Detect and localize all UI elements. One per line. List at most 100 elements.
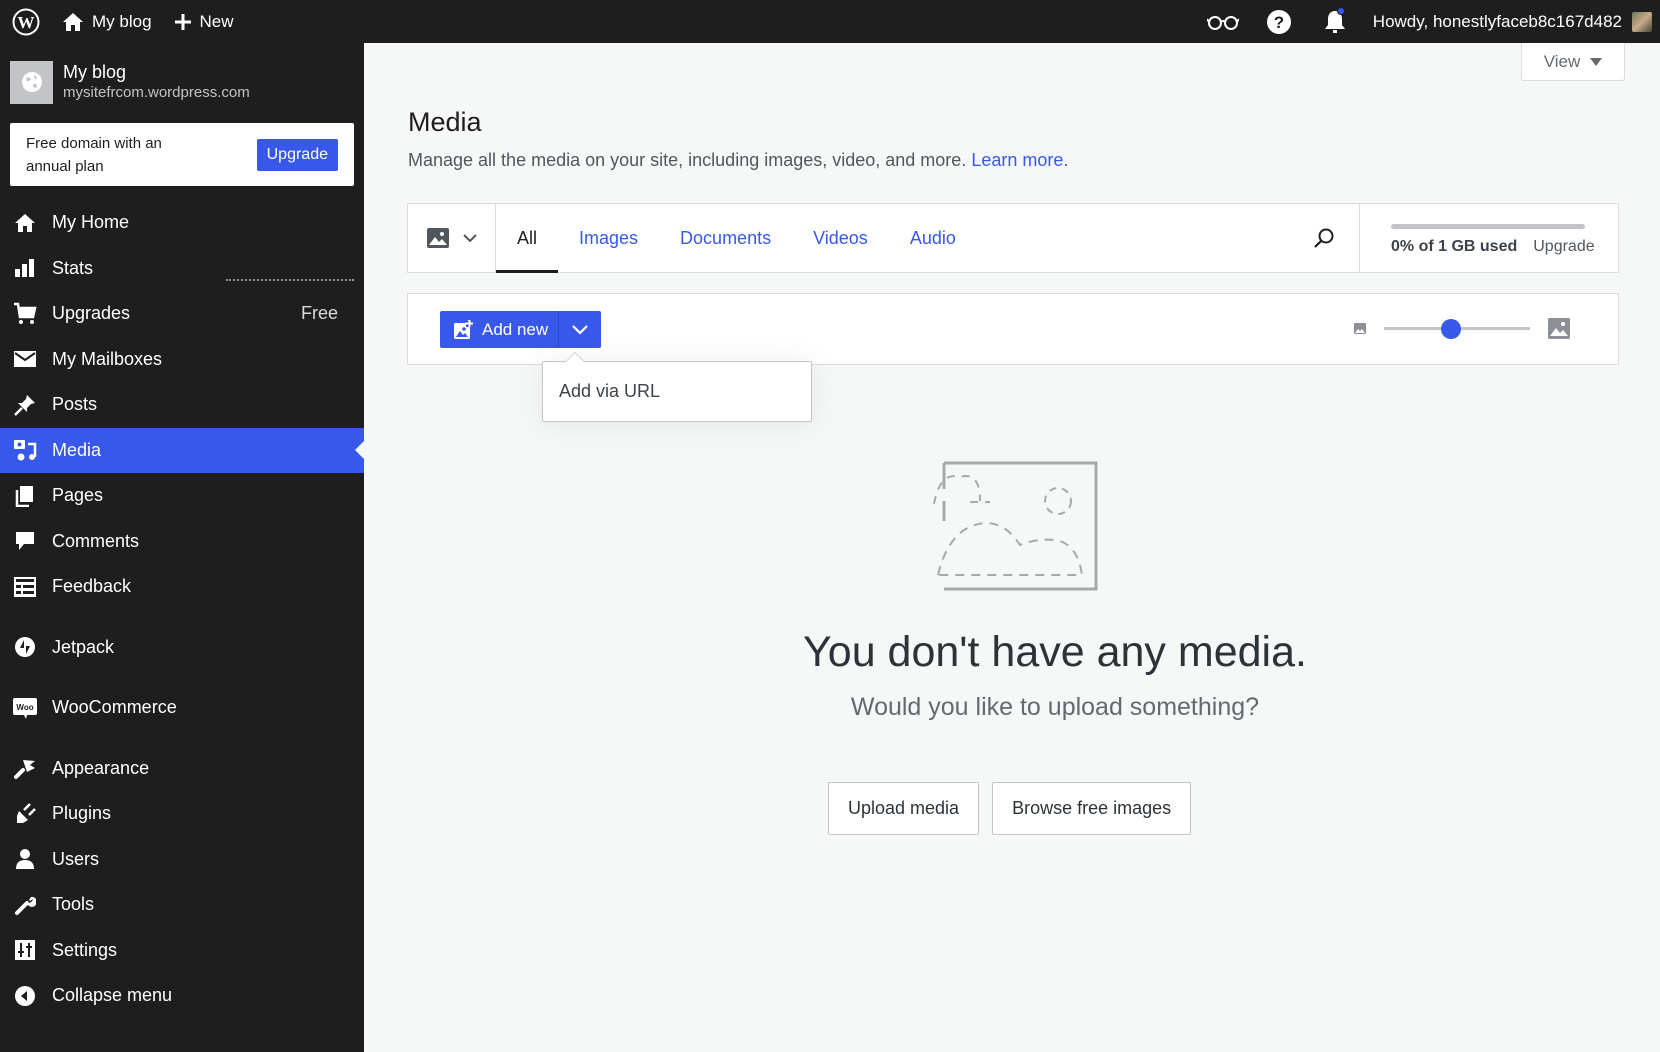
notifications-button[interactable] <box>1307 0 1363 43</box>
media-filter-bar: All Images Documents Videos Audio 0% of … <box>407 203 1619 273</box>
upsell-text: Free domain with an annual plan <box>26 134 162 175</box>
site-card[interactable]: My blog mysitefrcom.wordpress.com <box>0 43 364 109</box>
tab-videos[interactable]: Videos <box>792 204 889 272</box>
sidebar-item-stats[interactable]: Stats <box>0 246 364 292</box>
page-title: Media <box>408 107 482 137</box>
sidebar-item-label: Users <box>52 848 100 869</box>
tab-documents[interactable]: Documents <box>659 204 792 272</box>
search-button[interactable] <box>1289 204 1359 272</box>
brush-icon <box>12 755 38 781</box>
pin-icon <box>12 392 38 418</box>
empty-state-subtitle: Would you like to upload something? <box>850 693 1260 721</box>
help-button[interactable]: ? <box>1251 0 1307 43</box>
thumbnail-size-slider[interactable] <box>1384 318 1530 339</box>
reader-button[interactable] <box>1195 0 1251 43</box>
sidebar-item-label: Upgrades <box>52 303 131 324</box>
thumbnail-size-control <box>1354 318 1570 339</box>
tab-images[interactable]: Images <box>558 204 659 272</box>
admin-bar: W My blog New ? Howdy, honestlyfaceb8c16… <box>0 0 1660 43</box>
add-image-icon <box>454 319 473 339</box>
account-menu[interactable]: Howdy, honestlyfaceb8c167d482 <box>1363 0 1660 43</box>
small-image-icon <box>1354 323 1366 334</box>
sidebar-item-label: Tools <box>52 894 95 915</box>
sidebar-item-my-mailboxes[interactable]: My Mailboxes <box>0 337 364 383</box>
learn-more-link[interactable]: Learn more. <box>971 150 1068 170</box>
wrench-icon <box>12 892 38 918</box>
sidebar-item-pages[interactable]: Pages <box>0 473 364 519</box>
tab-all[interactable]: All <box>496 204 559 273</box>
sidebar-item-label: Appearance <box>52 757 150 778</box>
my-site-label: My blog <box>92 11 152 31</box>
sidebar-item-plugins[interactable]: Plugins <box>0 791 364 837</box>
storage-used-label: 0% of 1 GB used <box>1391 238 1518 255</box>
image-icon <box>426 228 449 248</box>
sidebar: My blog mysitefrcom.wordpress.com Free d… <box>0 43 364 1052</box>
help-icon: ? <box>1266 9 1291 34</box>
settings-icon <box>12 937 38 963</box>
sidebar-item-my-home[interactable]: My Home <box>0 200 364 246</box>
sidebar-item-woocommerce[interactable]: Woo WooCommerce <box>0 685 364 731</box>
feedback-icon <box>12 574 38 600</box>
media-type-tabs: All Images Documents Videos Audio <box>496 204 977 273</box>
sidebar-item-label: Settings <box>52 939 118 960</box>
mail-icon <box>12 346 38 372</box>
sidebar-item-users[interactable]: Users <box>0 837 364 883</box>
caret-down-icon <box>1590 57 1603 66</box>
sidebar-item-upgrades[interactable]: Upgrades Free <box>0 291 364 337</box>
view-site-button[interactable]: View <box>1521 43 1625 81</box>
sidebar-item-label: Plugins <box>52 803 112 824</box>
wordpress-logo-button[interactable]: W <box>0 0 52 43</box>
sidebar-item-label: My Home <box>52 212 130 233</box>
new-post-button[interactable]: New <box>164 0 244 43</box>
add-new-split-button: Add new <box>440 311 602 348</box>
sidebar-item-posts[interactable]: Posts <box>0 382 364 428</box>
my-site-link[interactable]: My blog <box>52 0 164 43</box>
sidebar-item-label: Posts <box>52 394 98 415</box>
sidebar-item-settings[interactable]: Settings <box>0 928 364 974</box>
sidebar-item-label: Pages <box>52 485 104 506</box>
sidebar-item-label: Feedback <box>52 576 132 597</box>
slider-thumb[interactable] <box>1441 318 1462 339</box>
collapse-icon <box>12 983 38 1009</box>
plug-icon <box>12 801 38 827</box>
upload-media-button[interactable]: Upload media <box>828 782 980 835</box>
add-new-button[interactable]: Add new <box>440 311 559 348</box>
plan-badge: Free <box>300 303 338 324</box>
empty-state-actions: Upload media Browse free images <box>828 782 1192 835</box>
sidebar-item-appearance[interactable]: Appearance <box>0 746 364 792</box>
sidebar-item-label: Media <box>52 439 102 460</box>
tab-audio[interactable]: Audio <box>889 204 977 272</box>
howdy-label: Howdy, honestlyfaceb8c167d482 <box>1372 11 1622 31</box>
sidebar-item-jetpack[interactable]: Jetpack <box>0 625 364 671</box>
add-new-label: Add new <box>482 319 549 339</box>
main-content: View Media Manage all the media on your … <box>364 43 1660 1052</box>
wordpress-logo-icon: W <box>12 8 40 35</box>
subtitle-text: Manage all the media on your site, inclu… <box>408 150 967 170</box>
notification-dot <box>1336 7 1345 15</box>
storage-upgrade-link[interactable]: Upgrade <box>1533 238 1594 256</box>
empty-media-illustration-icon <box>933 461 1098 591</box>
plus-icon <box>174 13 191 30</box>
view-label: View <box>1543 51 1581 71</box>
source-selector[interactable] <box>408 204 496 272</box>
jetpack-icon <box>12 634 38 660</box>
large-image-icon <box>1548 318 1570 339</box>
sidebar-item-label: WooCommerce <box>52 697 177 718</box>
add-new-dropdown-toggle[interactable] <box>558 311 602 348</box>
media-action-bar: Add new <box>407 293 1619 365</box>
site-name: My blog <box>63 62 127 82</box>
sidebar-item-media[interactable]: Media <box>0 427 364 473</box>
add-via-url-option[interactable]: Add via URL <box>559 381 660 402</box>
browse-free-images-button[interactable]: Browse free images <box>992 782 1192 835</box>
sidebar-item-tools[interactable]: Tools <box>0 882 364 928</box>
stats-icon <box>12 255 38 281</box>
upsell-upgrade-button[interactable]: Upgrade <box>256 138 338 171</box>
sidebar-item-feedback[interactable]: Feedback <box>0 564 364 610</box>
collapse-menu-button[interactable]: Collapse menu <box>0 973 364 1019</box>
add-new-dropdown-menu: Add via URL <box>542 352 812 422</box>
comment-icon <box>12 528 38 554</box>
media-icon <box>12 437 38 463</box>
sidebar-item-comments[interactable]: Comments <box>0 519 364 565</box>
pages-icon <box>12 483 38 509</box>
chevron-down-icon <box>462 233 477 242</box>
